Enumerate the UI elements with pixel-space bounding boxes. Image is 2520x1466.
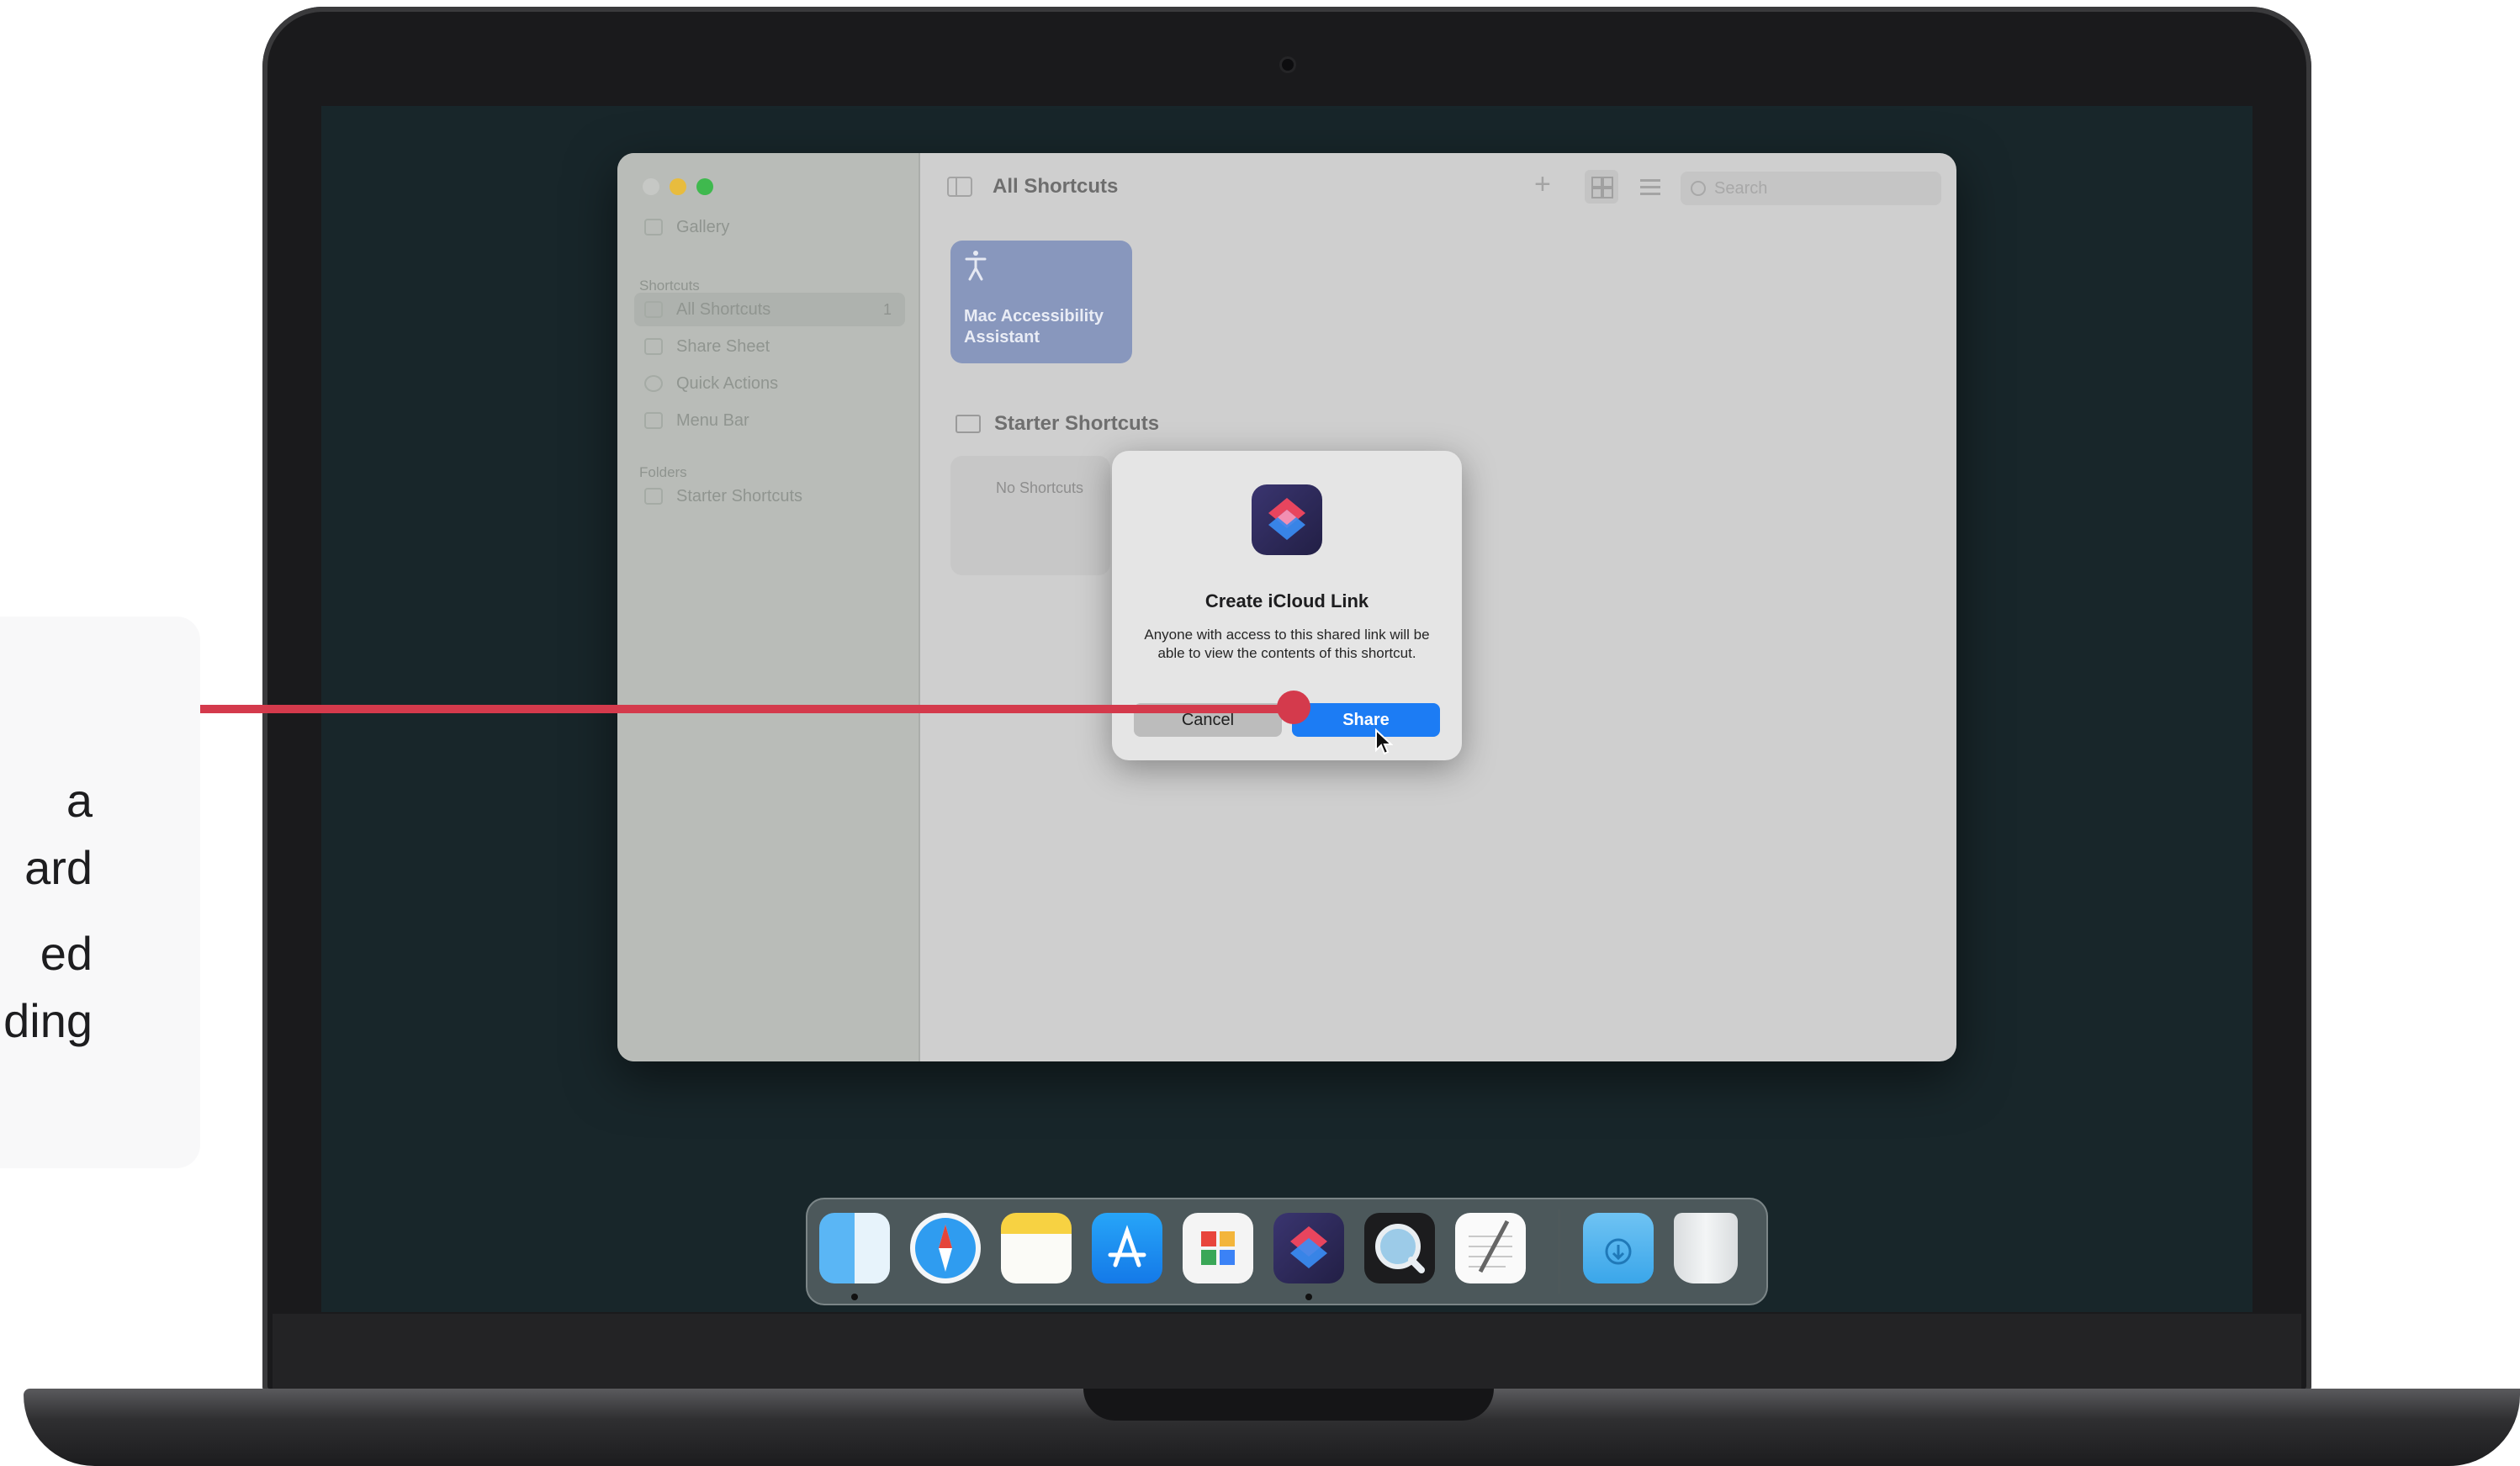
sidebar-section-folders: Folders bbox=[639, 464, 687, 480]
dialog-message: Anyone with access to this shared link w… bbox=[1144, 627, 1430, 661]
shortcuts-window: Gallery Shortcuts All Shortcuts 1 Share … bbox=[617, 153, 1956, 1061]
shortcut-tile-mac-accessibility-assistant[interactable]: Mac Accessibility Assistant bbox=[950, 241, 1132, 363]
dock-separator bbox=[1558, 1209, 1560, 1294]
empty-folder-placeholder bbox=[950, 456, 1110, 575]
close-window-button[interactable] bbox=[643, 178, 659, 195]
empty-folder-text: No Shortcuts bbox=[996, 479, 1084, 496]
folder-icon bbox=[644, 488, 663, 505]
sidebar-item-label: All Shortcuts bbox=[676, 299, 771, 319]
downloads-folder-icon[interactable] bbox=[1583, 1213, 1654, 1283]
search-icon bbox=[1691, 181, 1706, 196]
sidebar-item-starter-shortcuts[interactable]: Starter Shortcuts bbox=[634, 479, 905, 513]
mouse-pointer-icon bbox=[1374, 728, 1394, 759]
shortcut-tile-label-line-1: Mac Accessibility bbox=[964, 307, 1104, 325]
sidebar-toggle-button[interactable] bbox=[947, 177, 972, 197]
sidebar: Gallery Shortcuts All Shortcuts 1 Share … bbox=[617, 153, 920, 1061]
gallery-icon bbox=[644, 219, 663, 236]
starter-shortcuts-heading[interactable]: Starter Shortcuts bbox=[956, 412, 1159, 436]
shortcut-tile-label-line-2: Assistant bbox=[964, 328, 1040, 347]
running-indicator bbox=[1305, 1294, 1312, 1300]
gear-icon bbox=[644, 375, 663, 392]
sidebar-item-label: Starter Shortcuts bbox=[676, 486, 803, 505]
callout-line-2: ard bbox=[24, 841, 93, 894]
add-shortcut-button[interactable]: + bbox=[1534, 168, 1551, 201]
keynote-icon[interactable] bbox=[1183, 1213, 1253, 1283]
grid-view-button[interactable] bbox=[1585, 170, 1618, 204]
callout-line-4: ding bbox=[3, 994, 93, 1047]
folder-heading-label: Starter Shortcuts bbox=[994, 412, 1160, 435]
share-sheet-icon bbox=[644, 338, 663, 355]
shortcut-tile-label: Mac Accessibility Assistant bbox=[964, 306, 1104, 348]
dock bbox=[806, 1198, 1768, 1305]
accessibility-icon bbox=[964, 249, 987, 288]
running-indicator bbox=[851, 1294, 858, 1300]
sidebar-item-label: Share Sheet bbox=[676, 336, 770, 356]
quicktime-icon[interactable] bbox=[1364, 1213, 1435, 1283]
shortcuts-app-icon bbox=[1252, 484, 1322, 555]
callout-text-bottom: ed ding bbox=[0, 920, 93, 1055]
notes-icon[interactable] bbox=[1001, 1213, 1072, 1283]
sidebar-item-label: Quick Actions bbox=[676, 373, 779, 393]
search-placeholder: Search bbox=[1714, 178, 1768, 198]
sidebar-item-label: Gallery bbox=[676, 217, 730, 236]
sidebar-item-gallery[interactable]: Gallery bbox=[634, 210, 905, 244]
page-title: All Shortcuts bbox=[993, 175, 1119, 198]
sidebar-item-quick-actions[interactable]: Quick Actions bbox=[634, 367, 905, 400]
app-store-icon[interactable] bbox=[1092, 1213, 1162, 1283]
share-button[interactable]: Share bbox=[1292, 703, 1440, 737]
sidebar-section-shortcuts: Shortcuts bbox=[639, 278, 700, 294]
trash-icon[interactable] bbox=[1674, 1213, 1738, 1283]
camera bbox=[1282, 59, 1294, 71]
sidebar-item-menu-bar[interactable]: Menu Bar bbox=[634, 404, 905, 437]
finder-icon[interactable] bbox=[819, 1213, 890, 1283]
shortcuts-icon[interactable] bbox=[1273, 1213, 1344, 1283]
search-field[interactable]: Search bbox=[1681, 172, 1941, 205]
callout-connector-line bbox=[200, 705, 1295, 713]
callout-connector-dot bbox=[1277, 691, 1310, 724]
minimize-window-button[interactable] bbox=[670, 178, 686, 195]
sidebar-item-label: Menu Bar bbox=[676, 410, 749, 430]
dialog-title: Create iCloud Link bbox=[1204, 590, 1369, 611]
laptop-notch bbox=[1083, 1389, 1494, 1421]
safari-icon[interactable] bbox=[910, 1213, 981, 1283]
sidebar-item-share-sheet[interactable]: Share Sheet bbox=[634, 330, 905, 363]
callout-line-3: ed bbox=[40, 927, 93, 980]
list-view-button[interactable] bbox=[1633, 170, 1667, 204]
folder-icon bbox=[956, 415, 981, 433]
laptop-bottom-bezel bbox=[273, 1314, 2301, 1391]
callout-text-top: a ard bbox=[0, 767, 93, 902]
callout-line-1: a bbox=[66, 774, 93, 827]
zoom-window-button[interactable] bbox=[696, 178, 713, 195]
sidebar-item-all-shortcuts[interactable]: All Shortcuts 1 bbox=[634, 293, 905, 326]
menu-bar-icon bbox=[644, 412, 663, 429]
shortcuts-folder-icon bbox=[644, 301, 663, 318]
textedit-icon[interactable] bbox=[1455, 1213, 1526, 1283]
sidebar-item-count: 1 bbox=[882, 300, 892, 318]
